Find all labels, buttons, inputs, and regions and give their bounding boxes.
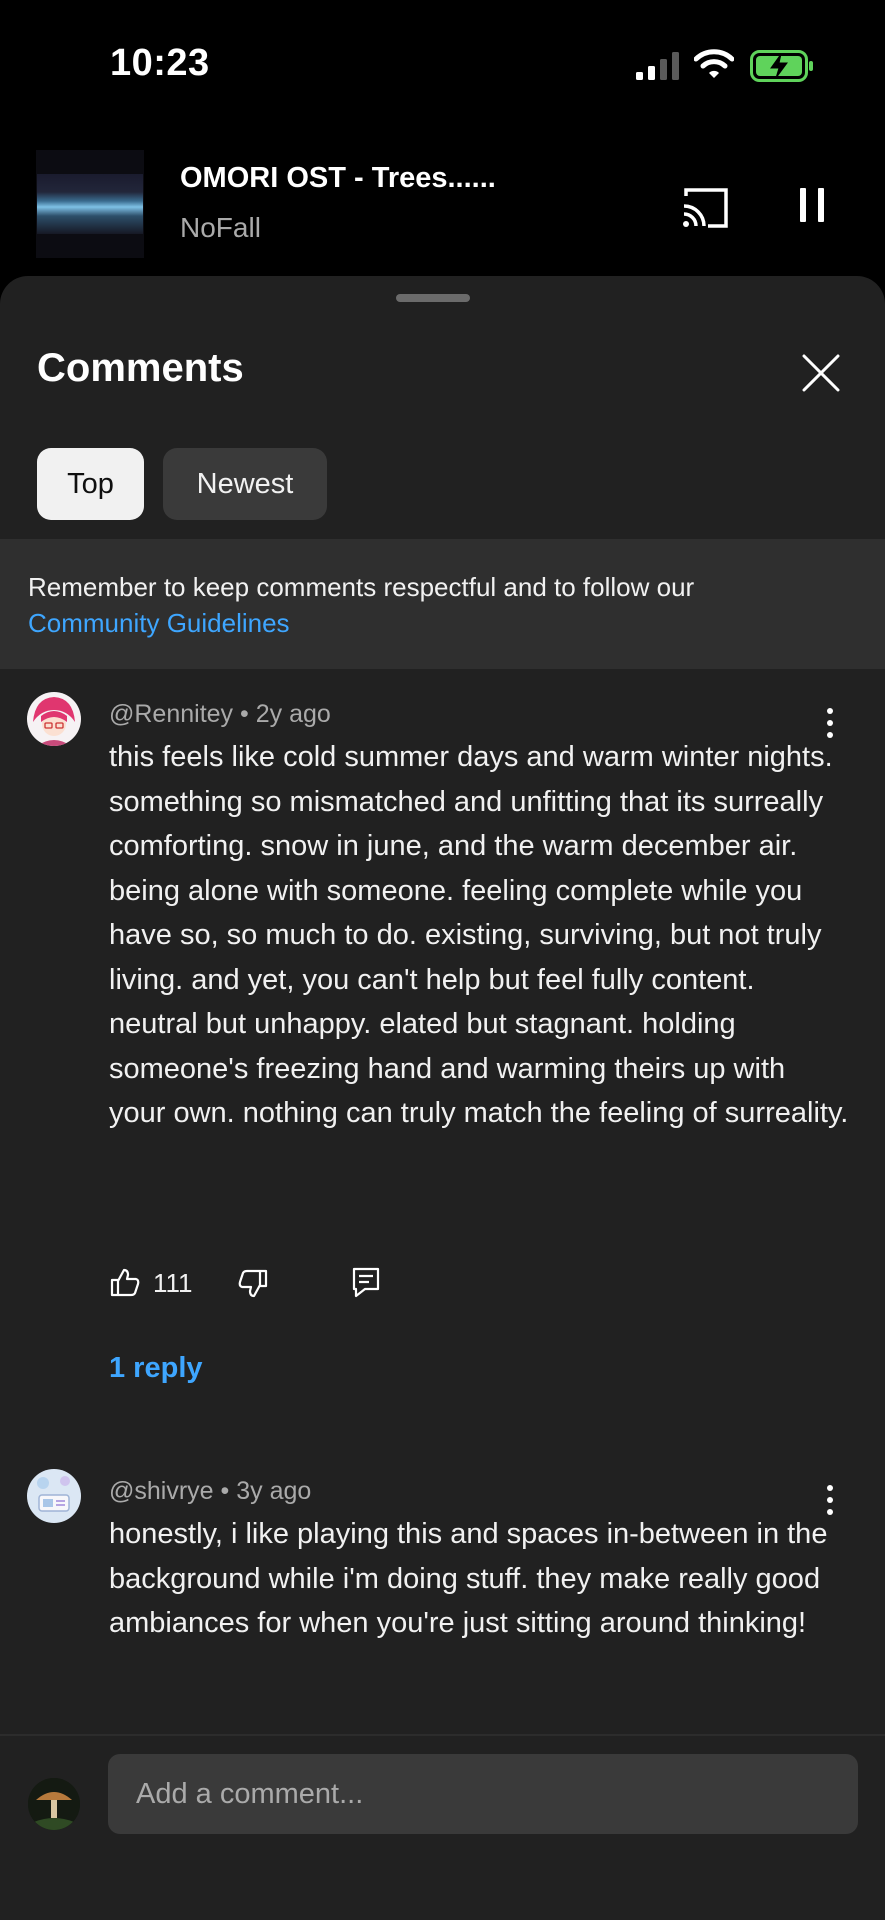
mini-player-title: OMORI OST - Trees...... — [180, 162, 496, 194]
meta-separator: • — [220, 1477, 237, 1505]
cast-icon[interactable] — [680, 186, 730, 230]
comment-item: @Rennitey • 2y ago this feels like cold … — [0, 692, 885, 1384]
comment-text: this feels like cold summer days and war… — [109, 741, 849, 1129]
comment-meta: @Rennitey • 2y ago — [109, 700, 331, 729]
thumbs-down-icon[interactable] — [237, 1268, 269, 1300]
youtube-comments-screen: 10:23 OMORI OST - Trees...... NoFall Com… — [0, 0, 885, 1920]
notice-text: Remember to keep comments respectful and… — [28, 572, 695, 602]
drag-handle[interactable] — [396, 294, 470, 302]
pause-icon[interactable] — [796, 186, 830, 226]
user-avatar — [28, 1778, 80, 1830]
like-count: 111 — [153, 1268, 193, 1298]
community-guidelines-link[interactable]: Community Guidelines — [28, 605, 857, 641]
signal-icon — [636, 52, 679, 80]
avatar[interactable] — [27, 692, 81, 746]
status-time: 10:23 — [110, 42, 210, 84]
avatar[interactable] — [27, 1469, 81, 1523]
mini-player[interactable]: OMORI OST - Trees...... NoFall — [0, 150, 885, 260]
sort-chip-newest[interactable]: Newest — [163, 448, 327, 520]
mini-player-channel: NoFall — [180, 212, 261, 243]
comment-author[interactable]: @Rennitey — [109, 700, 233, 728]
thumbnail-image — [37, 174, 143, 234]
comment-meta: @shivrye • 3y ago — [109, 1477, 311, 1506]
sheet-title: Comments — [37, 346, 244, 390]
view-replies-link[interactable]: 1 reply — [109, 1352, 203, 1385]
status-bar: 10:23 — [0, 0, 885, 130]
sort-chip-top[interactable]: Top — [37, 448, 144, 520]
comment-text: honestly, i like playing this and spaces… — [109, 1518, 828, 1639]
comment-age: 3y ago — [236, 1477, 312, 1505]
comment-author[interactable]: @shivrye — [109, 1477, 214, 1505]
comment-age: 2y ago — [255, 700, 331, 728]
close-icon[interactable] — [800, 352, 842, 394]
reply-icon[interactable] — [351, 1266, 381, 1298]
comments-sheet: Comments Top Newest Remember to keep com… — [0, 276, 885, 1920]
video-thumbnail[interactable] — [36, 150, 144, 258]
comment-item: @shivrye • 3y ago honestly, i like playi… — [0, 1469, 885, 1729]
guidelines-notice: Remember to keep comments respectful and… — [0, 539, 885, 669]
battery-charging-icon — [750, 50, 813, 82]
comment-composer: Add a comment... — [0, 1734, 885, 1920]
thumbs-up-icon[interactable] — [109, 1266, 141, 1298]
add-comment-input[interactable]: Add a comment... — [108, 1754, 858, 1834]
comment-actions: 111 — [109, 1266, 509, 1306]
wifi-icon — [694, 49, 734, 78]
meta-separator: • — [240, 700, 256, 728]
